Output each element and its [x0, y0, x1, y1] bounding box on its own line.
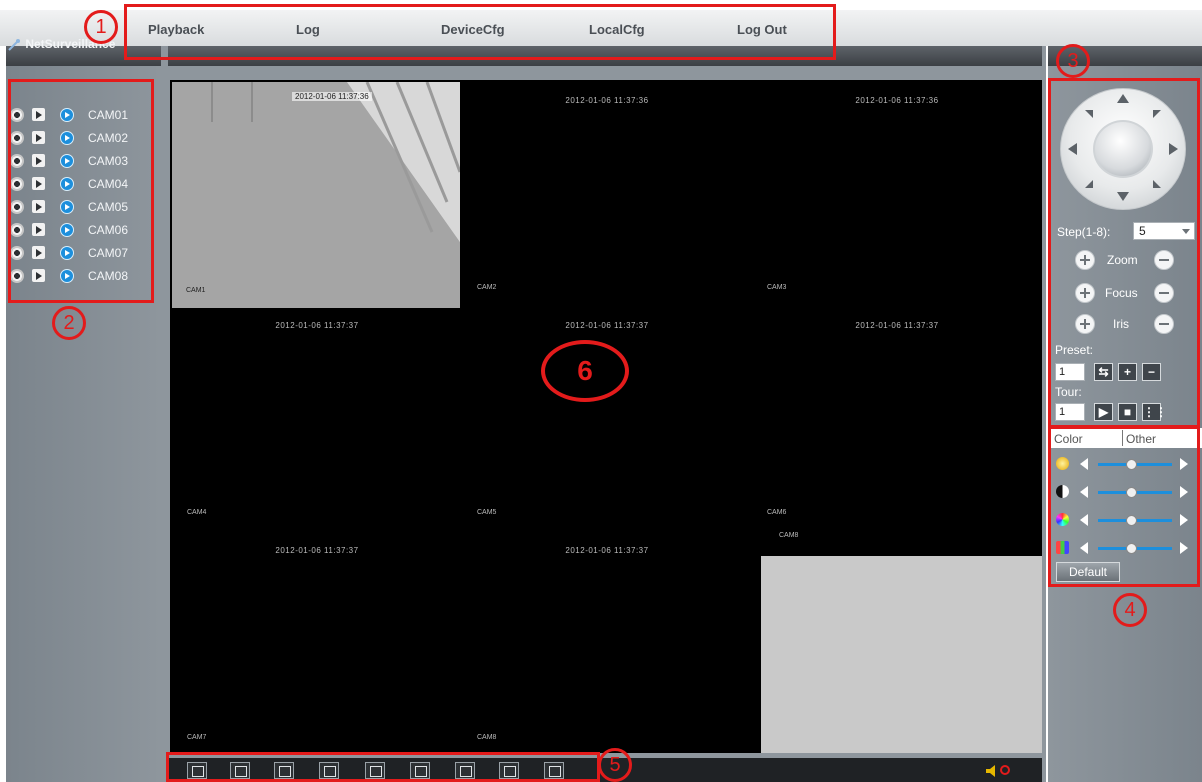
live-video-feed[interactable]: 2012-01-06 11:37:36 CAM1 [172, 82, 460, 308]
annotation-box-2 [8, 79, 154, 303]
video-cell-2[interactable]: 2012-01-06 11:37:36 CAM2 [462, 82, 752, 307]
annotation-box-4 [1048, 426, 1200, 587]
live-timestamp: 2012-01-06 11:37:36 [292, 92, 372, 101]
cell-timestamp: 2012-01-06 11:37:37 [275, 321, 359, 330]
cell-timestamp: 2012-01-06 11:37:36 [855, 96, 939, 105]
video-cell-5[interactable]: 2012-01-06 11:37:37 CAM5 [462, 307, 752, 532]
speaker-icon[interactable] [986, 765, 1000, 777]
app-window: Playback Log DeviceCfg LocalCfg Log Out … [0, 0, 1202, 782]
live-cam-tag: CAM1 [186, 287, 206, 294]
cell-cam-tag: CAM3 [767, 284, 787, 291]
annotation-5: 5 [598, 748, 632, 782]
annotation-3: 3 [1056, 44, 1090, 78]
annotation-2: 2 [52, 306, 86, 340]
cell-timestamp: 2012-01-06 11:37:37 [565, 546, 649, 555]
cell-cam-tag: CAM7 [187, 734, 207, 741]
video-cell-4[interactable]: 2012-01-06 11:37:37 CAM4 [172, 307, 462, 532]
video-cell-8[interactable]: 2012-01-06 11:37:37 CAM8 [462, 532, 752, 757]
video-cell-7[interactable]: 2012-01-06 11:37:37 CAM7 [172, 532, 462, 757]
video-cell-6[interactable]: 2012-01-06 11:37:37 CAM6 [752, 307, 1042, 532]
annotation-6: 6 [541, 340, 629, 402]
mute-icon[interactable] [1000, 765, 1010, 775]
extra-cam-tag: CAM8 [779, 532, 799, 539]
cell-cam-tag: CAM8 [477, 734, 497, 741]
video-cell-3[interactable]: 2012-01-06 11:37:36 CAM3 [752, 82, 1042, 307]
cell-timestamp: 2012-01-06 11:37:37 [565, 321, 649, 330]
cell-cam-tag: CAM2 [477, 284, 497, 291]
annotation-box-5 [166, 752, 600, 782]
annotation-4: 4 [1113, 593, 1147, 627]
annotation-box-1 [124, 4, 836, 60]
corridor-image [172, 82, 460, 308]
network-icon [8, 38, 20, 51]
cell-timestamp: 2012-01-06 11:37:36 [565, 96, 649, 105]
cell-timestamp: 2012-01-06 11:37:37 [275, 546, 359, 555]
cell-cam-tag: CAM4 [187, 509, 207, 516]
empty-video-slot[interactable] [761, 556, 1042, 753]
cell-cam-tag: CAM5 [477, 509, 497, 516]
annotation-1: 1 [84, 10, 118, 44]
annotation-box-3 [1048, 78, 1200, 428]
cell-cam-tag: CAM6 [767, 509, 787, 516]
cell-timestamp: 2012-01-06 11:37:37 [855, 321, 939, 330]
